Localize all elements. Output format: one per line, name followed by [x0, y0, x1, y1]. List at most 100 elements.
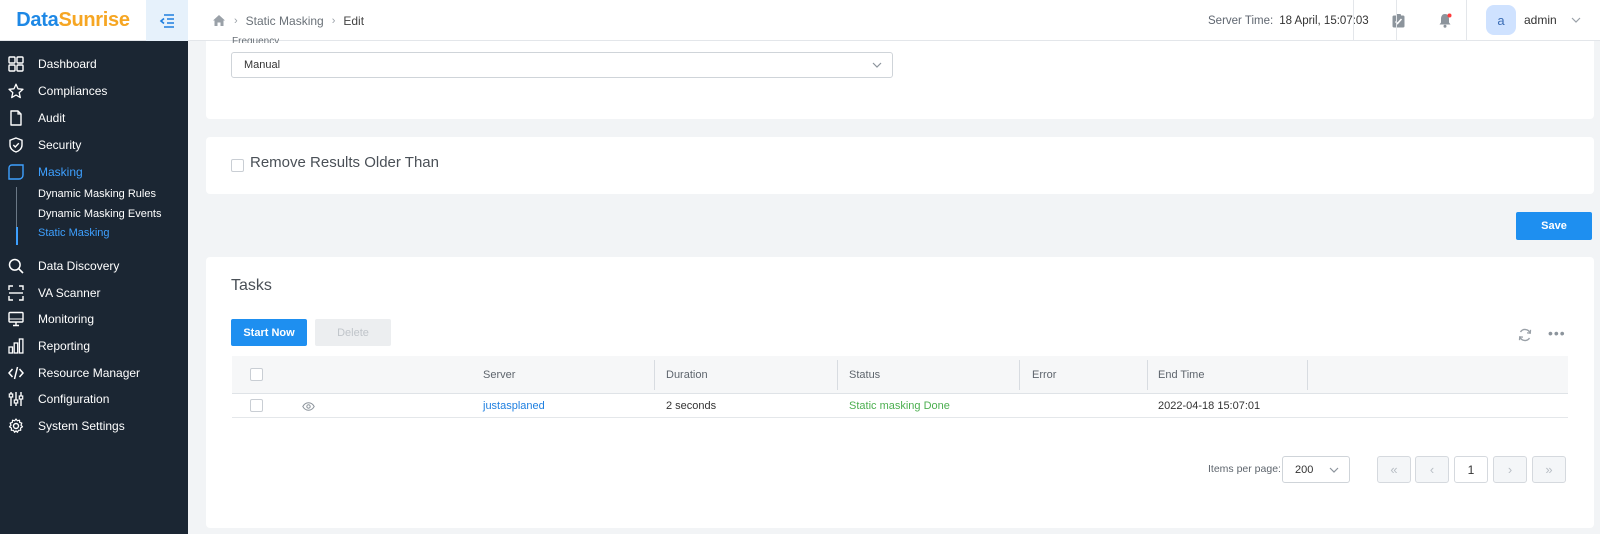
search-icon [8, 258, 24, 274]
grid-icon [8, 56, 24, 72]
refresh-icon [1518, 328, 1532, 342]
submenu-dynamic-masking-events[interactable]: Dynamic Masking Events [38, 208, 162, 220]
frequency-label: Frequency [232, 36, 280, 43]
chevron-down-icon [1329, 467, 1339, 473]
scan-icon [8, 285, 24, 301]
server-time-label: Server Time: [1208, 14, 1274, 27]
avatar: a [1486, 5, 1516, 35]
user-name: admin [1524, 13, 1557, 27]
end-time-cell: 2022-04-18 15:07:01 [1158, 400, 1261, 412]
column-header-status[interactable]: Status [849, 356, 880, 394]
sidebar-item-label: Security [38, 138, 82, 152]
prev-page-button: ‹ [1415, 456, 1449, 483]
delete-button: Delete [315, 319, 391, 346]
sidebar-item-label: System Settings [38, 419, 125, 433]
chevron-right-icon: › [234, 14, 238, 27]
collapse-sidebar-button[interactable] [146, 0, 188, 41]
server-time-value: 18 April, 15:07:03 [1279, 14, 1369, 27]
column-header-end-time[interactable]: End Time [1158, 356, 1204, 394]
start-now-button[interactable]: Start Now [231, 319, 307, 346]
sidebar-item-label: Monitoring [38, 312, 95, 326]
first-page-button: « [1377, 456, 1411, 483]
table-row[interactable]: justasplaned 2 seconds Static masking Do… [232, 394, 1568, 418]
notifications-button[interactable] [1425, 0, 1465, 41]
sidebar-item-reporting[interactable]: Reporting [0, 333, 188, 359]
sidebar-item-masking[interactable]: Masking [0, 159, 188, 185]
mask-icon [8, 164, 24, 180]
sidebar-item-label: Configuration [38, 392, 110, 406]
column-divider [1019, 360, 1020, 390]
items-per-page-select[interactable]: 200 [1282, 456, 1350, 483]
select-all-checkbox[interactable] [250, 368, 263, 381]
submenu-static-masking[interactable]: Static Masking [38, 227, 110, 239]
sidebar-item-monitoring[interactable]: Monitoring [0, 306, 188, 332]
items-per-page-value: 200 [1295, 463, 1314, 476]
home-icon[interactable] [212, 14, 226, 27]
sidebar-item-configuration[interactable]: Configuration [0, 386, 188, 412]
column-header-duration[interactable]: Duration [666, 356, 708, 394]
sidebar-item-compliances[interactable]: Compliances [0, 78, 188, 104]
frequency-value: Manual [244, 59, 281, 71]
remove-results-label: Remove Results Older Than [250, 154, 439, 171]
code-icon [8, 365, 24, 381]
view-button[interactable] [302, 394, 315, 418]
page-number[interactable]: 1 [1454, 456, 1488, 483]
column-header-server[interactable]: Server [483, 356, 515, 394]
sidebar-item-system-settings[interactable]: System Settings [0, 413, 188, 439]
double-chevron-right-icon: » [1545, 462, 1553, 477]
tasks-button[interactable] [1378, 0, 1418, 41]
bar-chart-icon [8, 338, 24, 354]
gear-icon [8, 418, 24, 434]
column-divider [1307, 360, 1308, 390]
document-icon [8, 110, 24, 126]
chevron-left-icon: ‹ [1429, 462, 1435, 477]
sidebar-item-data-discovery[interactable]: Data Discovery [0, 253, 188, 279]
frequency-card: Frequency Manual [206, 36, 1594, 119]
sidebar-item-va-scanner[interactable]: VA Scanner [0, 280, 188, 306]
sidebar-item-label: Audit [38, 111, 66, 125]
sliders-icon [8, 391, 24, 407]
column-divider [1147, 360, 1148, 390]
logo-part-sunrise: Sunrise [58, 9, 130, 31]
column-header-error[interactable]: Error [1032, 356, 1056, 394]
user-menu[interactable]: a admin [1486, 4, 1581, 36]
more-options-button[interactable]: ••• [1548, 325, 1566, 341]
sidebar-item-label: Dashboard [38, 57, 97, 71]
bell-icon [1439, 13, 1452, 28]
items-per-page-label: Items per page: [1208, 463, 1281, 475]
logo[interactable]: Data Sunrise [0, 0, 146, 41]
sidebar-item-dashboard[interactable]: Dashboard [0, 51, 188, 77]
server-link[interactable]: justasplaned [483, 394, 545, 418]
breadcrumb-static-masking[interactable]: Static Masking [246, 14, 324, 28]
row-checkbox[interactable] [250, 399, 263, 412]
next-page-button: › [1493, 456, 1527, 483]
clipboard-check-icon [1392, 13, 1404, 27]
chevron-right-icon: › [1507, 462, 1513, 477]
sidebar-item-security[interactable]: Security [0, 132, 188, 158]
sidebar-item-label: VA Scanner [38, 286, 101, 300]
submenu-dynamic-masking-rules[interactable]: Dynamic Masking Rules [38, 188, 156, 200]
save-button[interactable]: Save [1516, 212, 1592, 240]
sidebar-item-label: Resource Manager [38, 366, 141, 380]
duration-cell: 2 seconds [666, 400, 717, 412]
remove-results-checkbox[interactable] [231, 159, 244, 172]
divider [1353, 0, 1354, 41]
sidebar-item-label: Masking [38, 165, 83, 179]
chevron-down-icon [1571, 17, 1581, 23]
column-divider [837, 360, 838, 390]
sidebar-item-audit[interactable]: Audit [0, 105, 188, 131]
sidebar-item-label: Compliances [38, 84, 108, 98]
remove-results-card: Remove Results Older Than [206, 137, 1594, 194]
sidebar-item-label: Reporting [38, 339, 91, 353]
logo-part-data: Data [16, 9, 59, 31]
shield-icon [8, 137, 24, 153]
frequency-select[interactable]: Manual [231, 52, 893, 78]
sidebar-item-resource-manager[interactable]: Resource Manager [0, 360, 188, 386]
sidebar-item-label: Data Discovery [38, 259, 120, 273]
submenu-active-indicator [16, 227, 18, 245]
table-header: Server Duration Status Error End Time [232, 356, 1568, 394]
divider [1466, 0, 1467, 41]
divider [1396, 0, 1397, 41]
refresh-button[interactable] [1518, 328, 1532, 345]
star-icon [8, 83, 24, 99]
